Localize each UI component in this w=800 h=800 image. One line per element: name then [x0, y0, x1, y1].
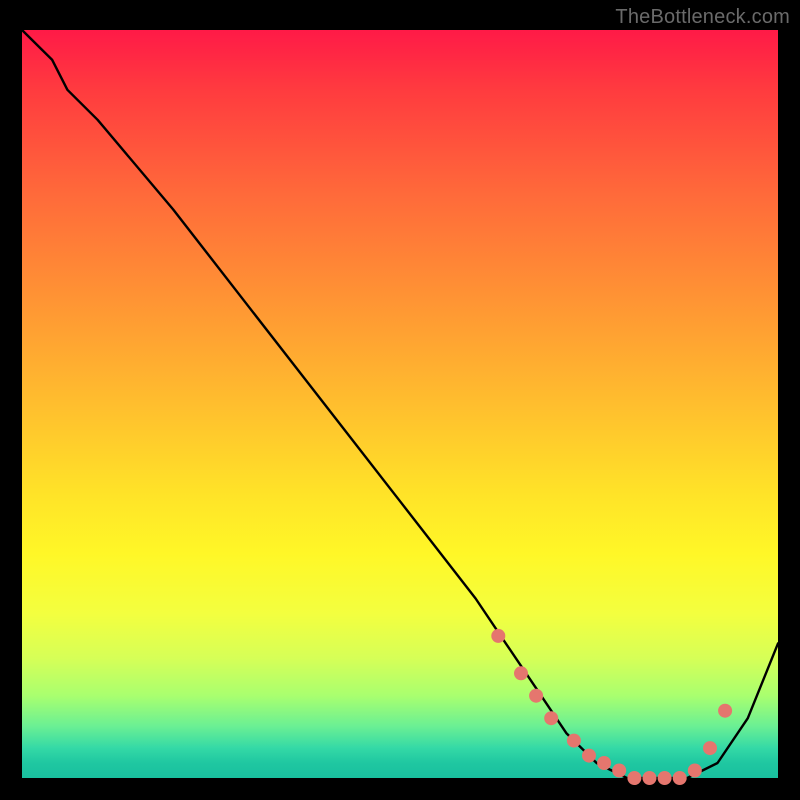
- curve-marker: [612, 764, 626, 778]
- curve-marker: [688, 764, 702, 778]
- curve-marker: [718, 704, 732, 718]
- curve-marker: [544, 711, 558, 725]
- curve-marker: [597, 756, 611, 770]
- curve-marker: [491, 629, 505, 643]
- plot-area: [22, 30, 778, 778]
- bottleneck-curve: [22, 30, 778, 778]
- chart-stage: TheBottleneck.com: [0, 0, 800, 800]
- curve-marker: [582, 749, 596, 763]
- curve-marker: [673, 771, 687, 785]
- source-credit: TheBottleneck.com: [615, 6, 790, 29]
- chart-overlay-svg: [22, 30, 778, 778]
- curve-marker: [567, 734, 581, 748]
- curve-marker: [643, 771, 657, 785]
- curve-marker: [514, 666, 528, 680]
- curve-marker: [658, 771, 672, 785]
- curve-marker: [529, 689, 543, 703]
- curve-markers: [491, 629, 732, 785]
- curve-marker: [703, 741, 717, 755]
- curve-marker: [627, 771, 641, 785]
